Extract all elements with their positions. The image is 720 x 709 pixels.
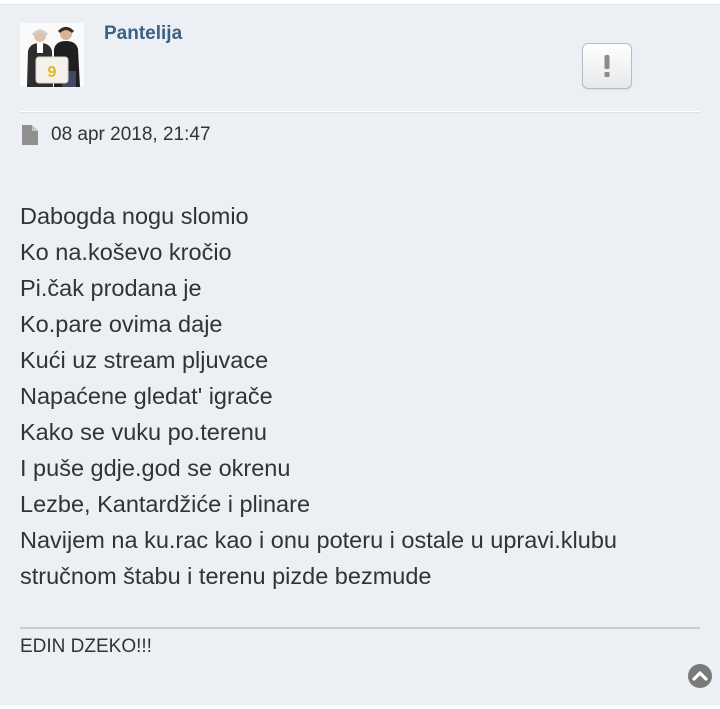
post-signature: EDIN DZEKO!!! (20, 636, 152, 657)
report-button[interactable] (582, 43, 632, 89)
header-divider (20, 111, 700, 113)
avatar[interactable]: 9 (20, 23, 84, 87)
content-line: Navijem na ku.rac kao i onu poteru i ost… (20, 527, 617, 553)
content-line: stručnom štabu i terenu pizde bezmude (20, 563, 432, 589)
post-author[interactable]: Pantelija (104, 23, 182, 45)
post-content: Dabogda nogu slomio Ko na.koševo kročio … (20, 198, 710, 594)
post-container: 9 Pantelija 08 apr 2018, 21:47 Dabogda n… (0, 4, 720, 705)
content-line: Ko na.koševo kročio (20, 239, 232, 265)
content-line: Napaćene gledat' igrače (20, 383, 273, 409)
file-icon[interactable] (20, 124, 40, 146)
exclamation-icon (604, 55, 610, 77)
content-line: Ko.pare ovima daje (20, 311, 223, 337)
signature-divider (20, 627, 700, 629)
post-meta: 08 apr 2018, 21:47 (20, 124, 211, 146)
back-to-top-button[interactable] (687, 663, 713, 689)
avatar-photo: 9 (20, 23, 84, 87)
chevron-up-circle-icon (688, 664, 712, 688)
content-line: Dabogda nogu slomio (20, 203, 249, 229)
content-line: Kući uz stream pljuvace (20, 347, 269, 373)
content-line: Pi.čak prodana je (20, 275, 202, 301)
content-line: Lezbe, Kantardžiće i plinare (20, 491, 311, 517)
avatar-badge-number: 9 (48, 64, 57, 81)
post-date: 08 apr 2018, 21:47 (51, 124, 211, 145)
content-line: I puše gdje.god se okrenu (20, 455, 291, 481)
content-line: Kako se vuku po.terenu (20, 419, 267, 445)
